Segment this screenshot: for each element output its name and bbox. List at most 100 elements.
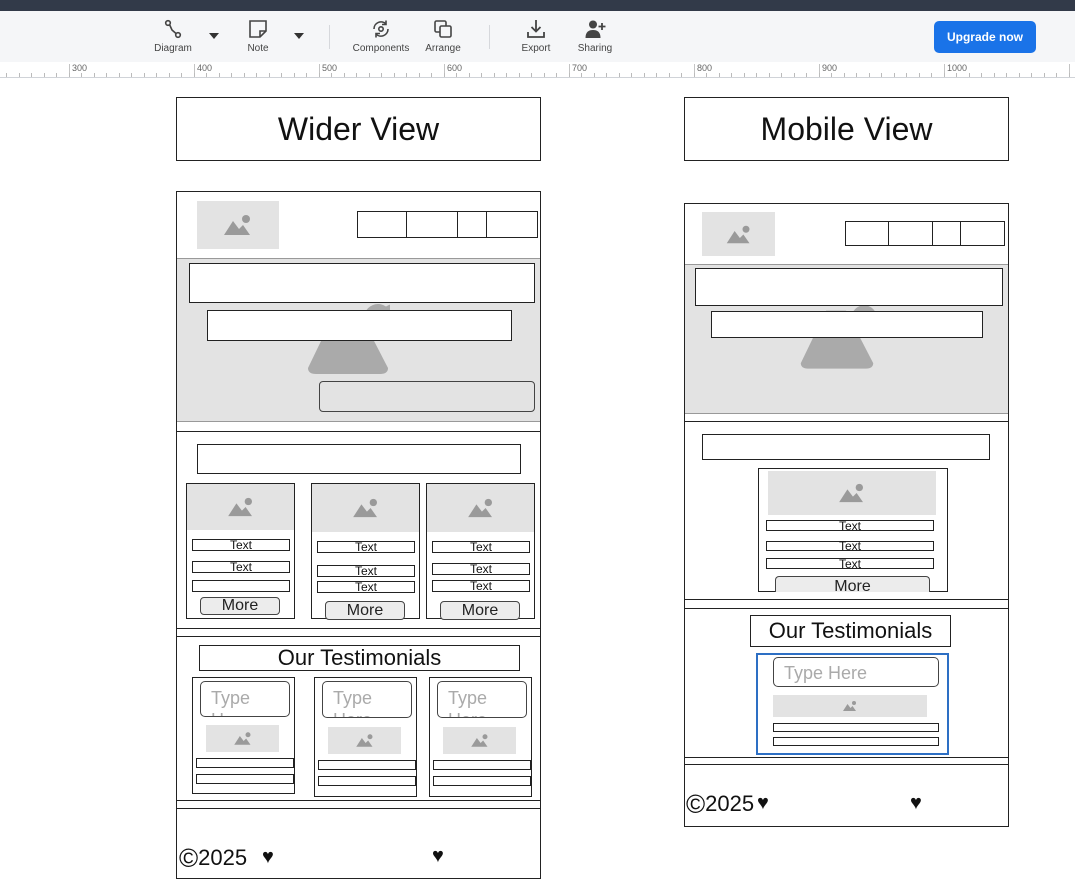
ruler-minor-tick <box>581 73 582 77</box>
card-more-button[interactable]: More <box>775 576 930 592</box>
diagram-icon <box>164 19 182 39</box>
ruler-minor-tick <box>569 73 570 77</box>
ruler-minor-tick <box>606 73 607 77</box>
wider-view-title[interactable]: Wider View <box>176 97 541 161</box>
testimonial-text-line <box>196 774 294 784</box>
wide-nav-menu[interactable] <box>357 211 538 238</box>
ruler-minor-tick <box>219 73 220 77</box>
ruler-minor-tick <box>1069 73 1070 77</box>
card-text-label: Text <box>317 541 415 553</box>
ruler-minor-tick <box>44 73 45 77</box>
card-more-button[interactable]: More <box>325 601 405 620</box>
upgrade-now-button[interactable]: Upgrade now <box>934 21 1036 53</box>
testimonial-text-line <box>773 723 939 732</box>
wide-testimonials-title[interactable]: Our Testimonials <box>199 645 520 671</box>
note-icon <box>249 20 267 38</box>
ruler-label: 300 <box>72 63 88 73</box>
wide-hero-heading-box[interactable] <box>189 263 535 303</box>
ruler-minor-tick <box>81 73 82 77</box>
testimonial-text-input[interactable]: Type Here <box>437 681 527 718</box>
mobile-hero-subheading-box[interactable] <box>711 311 983 338</box>
heart-icon: ♥ <box>262 846 274 868</box>
card-image-placeholder <box>427 484 534 532</box>
wide-hero-cta-button[interactable] <box>319 381 535 412</box>
sharing-label: Sharing <box>577 43 613 54</box>
card-image-placeholder <box>187 484 294 530</box>
diagram-dropdown-caret[interactable] <box>209 33 219 39</box>
section-divider <box>177 636 540 637</box>
note-dropdown-caret[interactable] <box>294 33 304 39</box>
ruler-minor-tick <box>481 73 482 77</box>
wide-logo-image-placeholder[interactable] <box>197 201 279 249</box>
ruler-minor-tick <box>119 73 120 77</box>
ruler-minor-tick <box>506 73 507 77</box>
card-text-label: Text <box>766 520 934 532</box>
ruler-minor-tick <box>1019 73 1020 77</box>
ruler-minor-tick <box>269 73 270 77</box>
ruler-minor-tick <box>306 73 307 77</box>
mobile-section-heading-box[interactable] <box>702 434 990 460</box>
ruler-minor-tick <box>469 73 470 77</box>
ruler-minor-tick <box>1056 73 1057 77</box>
card-text-label: Text <box>192 539 290 551</box>
horizontal-ruler: 300 400 500 600 700 800 900 1000 <box>0 62 1075 78</box>
export-icon <box>527 20 545 38</box>
ruler-minor-tick <box>719 73 720 77</box>
ruler-minor-tick <box>194 73 195 77</box>
section-divider <box>177 628 540 629</box>
mobile-logo-image-placeholder[interactable] <box>702 212 775 256</box>
ruler-minor-tick <box>769 73 770 77</box>
ruler-minor-tick <box>631 73 632 77</box>
ruler-label: 500 <box>322 63 338 73</box>
sharing-icon <box>585 20 606 38</box>
section-divider <box>685 608 1008 609</box>
mobile-hero-heading-box[interactable] <box>695 268 1003 306</box>
card-text-label: Text <box>432 541 530 553</box>
testimonial-text-input[interactable]: Type Here <box>773 657 939 687</box>
arrange-button[interactable]: Arrange <box>422 11 464 62</box>
export-button[interactable]: Export <box>516 11 556 62</box>
ruler-minor-tick <box>431 73 432 77</box>
note-button[interactable]: Note <box>238 11 278 62</box>
card-more-button[interactable]: More <box>200 597 280 615</box>
ruler-minor-tick <box>256 73 257 77</box>
section-divider <box>685 757 1008 758</box>
testimonial-text-input[interactable]: Type Here <box>322 681 412 718</box>
ruler-minor-tick <box>94 73 95 77</box>
ruler-minor-tick <box>244 73 245 77</box>
section-divider <box>685 764 1008 765</box>
sharing-button[interactable]: Sharing <box>574 11 616 62</box>
mobile-nav-menu[interactable] <box>845 221 1005 246</box>
ruler-minor-tick <box>981 73 982 77</box>
diagram-button[interactable]: Diagram <box>152 11 194 62</box>
wide-section-heading-box[interactable] <box>197 444 521 474</box>
ruler-minor-tick <box>531 73 532 77</box>
ruler-label: 600 <box>447 63 463 73</box>
card-text-label: Text <box>317 581 415 593</box>
wide-hero-subheading-box[interactable] <box>207 310 512 341</box>
ruler-minor-tick <box>444 73 445 77</box>
ruler-minor-tick <box>944 73 945 77</box>
mobile-footer-copyright: © 2025 <box>686 789 754 819</box>
ruler-minor-tick <box>681 73 682 77</box>
card-more-button[interactable]: More <box>440 601 520 620</box>
nav-divider <box>406 211 407 238</box>
ruler-minor-tick <box>331 73 332 77</box>
ruler-minor-tick <box>381 73 382 77</box>
mobile-view-title[interactable]: Mobile View <box>684 97 1009 161</box>
mobile-testimonials-title[interactable]: Our Testimonials <box>750 615 951 647</box>
ruler-minor-tick <box>156 73 157 77</box>
ruler-minor-tick <box>544 73 545 77</box>
ruler-minor-tick <box>669 73 670 77</box>
heart-icon: ♥ <box>910 792 922 814</box>
components-button[interactable]: Components <box>350 11 412 62</box>
testimonial-text-input[interactable]: Type Here <box>200 681 290 717</box>
ruler-minor-tick <box>831 73 832 77</box>
ruler-minor-tick <box>106 73 107 77</box>
copyright-icon: © <box>686 788 706 819</box>
ruler-minor-tick <box>956 73 957 77</box>
ruler-minor-tick <box>594 73 595 77</box>
nav-divider <box>888 221 889 246</box>
image-placeholder-icon <box>470 734 487 747</box>
ruler-minor-tick <box>931 73 932 77</box>
